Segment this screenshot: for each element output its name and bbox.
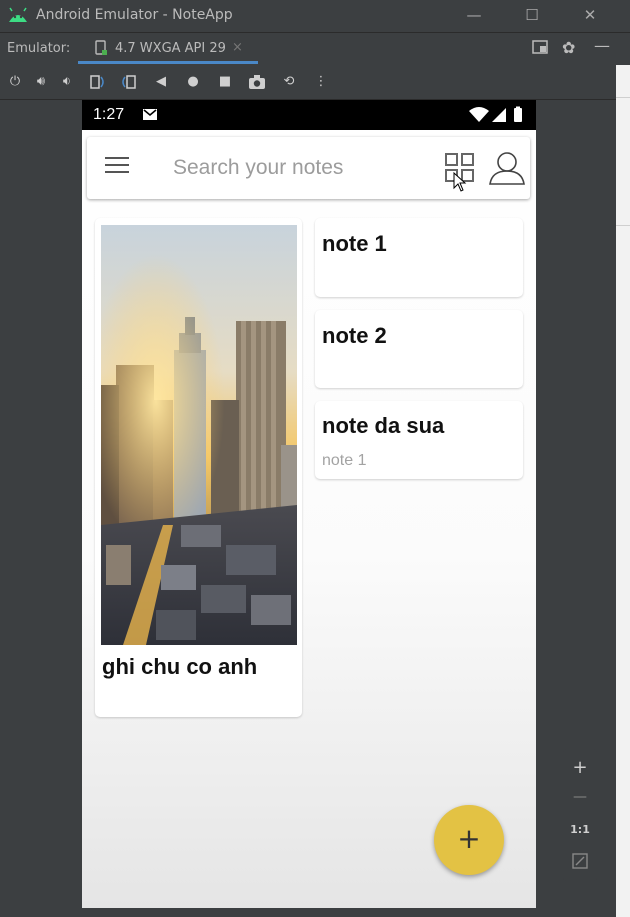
settings-gear-icon[interactable]: ✿ bbox=[562, 38, 575, 57]
window-title-bar: Android Emulator - NoteApp — ☐ ✕ bbox=[0, 0, 630, 32]
city-photo-image bbox=[101, 225, 297, 645]
maximize-button[interactable]: ☐ bbox=[520, 4, 544, 26]
home-icon[interactable]: ● bbox=[184, 73, 202, 91]
rotate-left-icon[interactable] bbox=[88, 73, 106, 91]
side-panel-edge bbox=[616, 65, 630, 917]
fit-screen-icon[interactable] bbox=[572, 853, 588, 869]
status-bar: 1:27 bbox=[82, 100, 536, 130]
rotate-right-icon[interactable] bbox=[120, 73, 138, 91]
close-tab-icon[interactable]: × bbox=[232, 40, 243, 55]
menu-icon[interactable] bbox=[105, 157, 129, 177]
hide-panel-icon[interactable]: — bbox=[594, 36, 610, 55]
close-window-button[interactable]: ✕ bbox=[578, 4, 602, 26]
zoom-out-button[interactable]: — bbox=[563, 789, 597, 805]
note-card[interactable]: note da sua note 1 bbox=[315, 401, 523, 479]
volume-down-icon[interactable]: 🔉︎ bbox=[58, 73, 76, 91]
account-avatar-icon[interactable] bbox=[488, 149, 526, 187]
note-title: ghi chu co anh bbox=[102, 654, 258, 679]
device-tab[interactable]: 4.7 WXGA API 29 × bbox=[78, 33, 258, 64]
emulator-toolbar: ⏻ 🔊︎ 🔉︎ ◀ ● ■ ⟲ ⋮ bbox=[0, 65, 630, 100]
note-title: note da sua bbox=[322, 413, 445, 438]
note-card[interactable]: note 2 bbox=[315, 310, 523, 388]
notes-app: Search your notes ghi chu co anh note 1 … bbox=[82, 130, 536, 908]
zoom-controls: + — 1:1 bbox=[563, 749, 597, 881]
window-mode-icon[interactable] bbox=[532, 39, 548, 55]
note-title: note 2 bbox=[322, 323, 387, 348]
search-bar[interactable]: Search your notes bbox=[87, 137, 530, 199]
mail-notification-icon bbox=[143, 109, 157, 120]
device-tab-label: 4.7 WXGA API 29 bbox=[115, 41, 226, 56]
note-body: note 1 bbox=[322, 452, 367, 469]
more-options-icon[interactable]: ⋮ bbox=[312, 73, 330, 91]
emulator-label: Emulator: bbox=[7, 41, 71, 56]
note-title: note 1 bbox=[322, 231, 387, 256]
overview-icon[interactable]: ■ bbox=[216, 73, 234, 91]
zoom-actual-size-button[interactable]: 1:1 bbox=[563, 823, 597, 836]
back-icon[interactable]: ◀ bbox=[152, 73, 170, 91]
zoom-in-button[interactable]: + bbox=[563, 757, 597, 778]
minimize-button[interactable]: — bbox=[462, 4, 486, 26]
power-icon[interactable]: ⏻ bbox=[6, 73, 24, 91]
status-time: 1:27 bbox=[93, 106, 125, 123]
emulator-tab-bar: Emulator: 4.7 WXGA API 29 × ✿ — bbox=[0, 32, 630, 66]
device-screen: 1:27 Search your notes ghi chu co anh no… bbox=[82, 100, 536, 908]
note-card-with-image[interactable]: ghi chu co anh bbox=[95, 218, 302, 717]
window-title: Android Emulator - NoteApp bbox=[36, 7, 233, 23]
phone-device-icon bbox=[95, 40, 107, 55]
battery-icon bbox=[514, 108, 522, 122]
volume-up-icon[interactable]: 🔊︎ bbox=[32, 73, 50, 91]
android-icon bbox=[9, 7, 27, 22]
add-note-button[interactable]: + bbox=[434, 805, 504, 875]
screenshot-camera-icon[interactable] bbox=[248, 73, 266, 91]
snapshot-restore-icon[interactable]: ⟲ bbox=[280, 73, 298, 91]
note-card[interactable]: note 1 bbox=[315, 218, 523, 297]
signal-icon bbox=[492, 108, 506, 122]
mouse-cursor-icon bbox=[453, 172, 467, 192]
wifi-icon bbox=[469, 107, 489, 122]
system-status-icons bbox=[469, 106, 522, 122]
search-input[interactable]: Search your notes bbox=[173, 156, 343, 180]
